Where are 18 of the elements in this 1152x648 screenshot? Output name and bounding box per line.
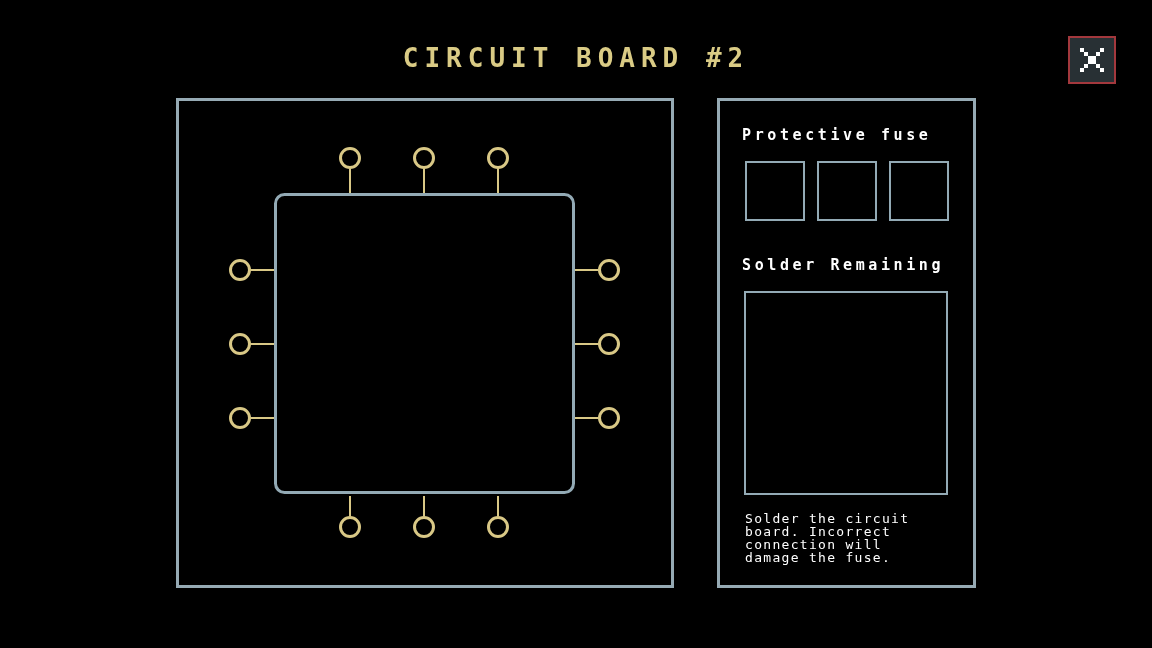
solder-pad[interactable]	[229, 259, 275, 281]
close-icon	[1080, 48, 1104, 72]
screen-title: CIRCUIT BOARD #2	[402, 43, 750, 73]
solder-pad[interactable]	[487, 495, 509, 538]
solder-pad[interactable]	[339, 147, 361, 194]
solder-pad[interactable]	[229, 407, 275, 429]
close-button[interactable]	[1068, 36, 1116, 84]
solder-heading: Solder Remaining	[742, 256, 945, 274]
solder-pad[interactable]	[574, 407, 620, 429]
solder-pad[interactable]	[487, 147, 509, 194]
solder-pad[interactable]	[229, 333, 275, 355]
solder-pad[interactable]	[339, 495, 361, 538]
solder-pad[interactable]	[413, 147, 435, 194]
solder-pad[interactable]	[574, 333, 620, 355]
fuse-heading: Protective fuse	[742, 126, 932, 144]
solder-pad[interactable]	[413, 495, 435, 538]
solder-pad[interactable]	[574, 259, 620, 281]
instruction-text: Solder the circuit board. Incorrect connection will damage the fuse.	[745, 512, 911, 564]
